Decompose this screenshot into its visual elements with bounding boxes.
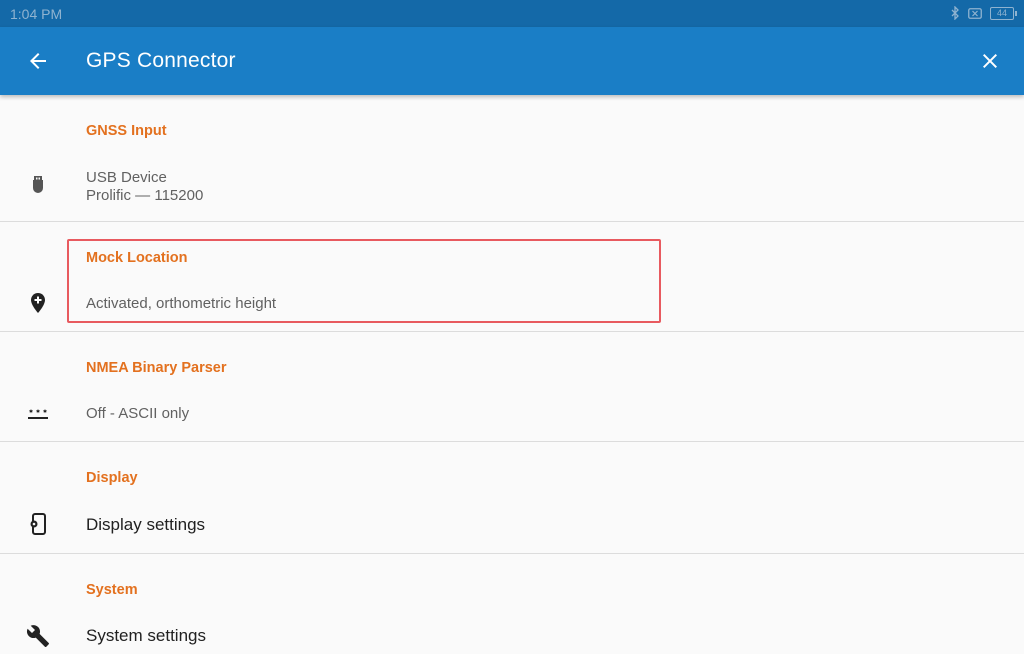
status-time: 1:04 PM	[10, 6, 63, 22]
bluetooth-icon	[951, 6, 959, 20]
phone-settings-icon	[30, 513, 46, 535]
wrench-icon	[26, 625, 49, 647]
mock-location-status: Activated, orthometric height	[86, 295, 277, 312]
sim-icon	[968, 7, 982, 19]
status-bar: 1:04 PM 44	[0, 0, 1024, 27]
settings-list: GNSS Input USB Device Prolific — 115200 …	[0, 95, 1024, 654]
password-dots-icon	[28, 409, 48, 419]
category-mock-location: Mock Location	[86, 250, 188, 266]
nmea-parser-status: Off - ASCII only	[86, 405, 190, 422]
add-location-icon	[31, 293, 45, 313]
arrow-back-icon[interactable]	[26, 49, 50, 73]
setting-nmea-parser[interactable]: NMEA Binary Parser Off - ASCII only	[0, 332, 1024, 442]
category-nmea-parser: NMEA Binary Parser	[86, 360, 227, 376]
gnss-device-detail: Prolific — 115200	[86, 187, 204, 204]
category-display: Display	[86, 470, 138, 486]
category-gnss-input: GNSS Input	[86, 123, 167, 139]
setting-gnss-input[interactable]: GNSS Input USB Device Prolific — 115200	[0, 95, 1024, 222]
gnss-device-name: USB Device	[86, 169, 167, 186]
category-system: System	[86, 582, 138, 598]
app-bar: GPS Connector	[0, 27, 1024, 95]
status-icons: 44	[950, 5, 1017, 21]
battery-icon: 44	[990, 6, 1017, 20]
usb-icon	[33, 176, 43, 193]
close-icon[interactable]	[978, 49, 1002, 73]
setting-display[interactable]: Display Display settings	[0, 442, 1024, 554]
page-title: GPS Connector	[86, 49, 236, 72]
system-settings-link: System settings	[86, 626, 206, 645]
setting-mock-location[interactable]: Mock Location Activated, orthometric hei…	[0, 222, 1024, 332]
setting-system[interactable]: System System settings	[0, 554, 1024, 654]
display-settings-link: Display settings	[86, 515, 206, 534]
